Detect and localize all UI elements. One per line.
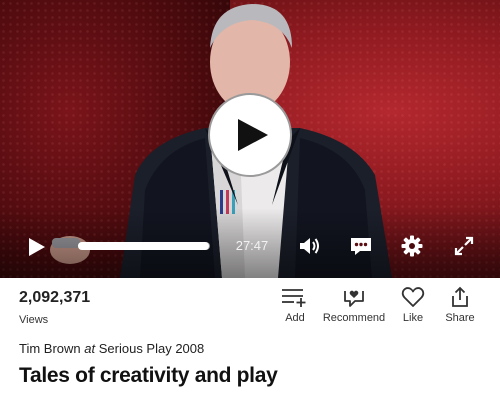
captions-button[interactable]: [348, 233, 374, 259]
gear-icon: [401, 235, 423, 257]
progress-bar[interactable]: [78, 242, 210, 250]
recommend-button[interactable]: Recommend: [321, 285, 387, 324]
control-bar: 27:47: [0, 228, 500, 264]
play-button[interactable]: [24, 234, 50, 260]
event-name[interactable]: Serious Play 2008: [99, 341, 205, 356]
recommend-icon: [344, 290, 364, 307]
volume-button[interactable]: [297, 233, 323, 259]
big-play-button[interactable]: [208, 93, 292, 177]
share-label: Share: [445, 312, 475, 324]
play-icon: [29, 238, 45, 256]
byline: Tim Brown at Serious Play 2008: [19, 341, 204, 356]
fullscreen-icon: [454, 236, 474, 256]
add-button[interactable]: Add: [280, 285, 310, 324]
video-player[interactable]: 27:47: [0, 0, 500, 278]
talk-title: Tales of creativity and play: [19, 364, 278, 387]
fullscreen-button[interactable]: [451, 233, 477, 259]
play-icon: [238, 119, 268, 151]
like-button[interactable]: Like: [398, 285, 428, 324]
share-icon: [452, 286, 468, 307]
recommend-label: Recommend: [322, 312, 386, 324]
add-label: Add: [285, 312, 305, 324]
current-time: 27:47: [235, 238, 269, 253]
progress-fill: [78, 242, 209, 250]
action-bar: Add Recommend Like Share: [0, 285, 500, 329]
captions-icon: [351, 238, 371, 255]
byline-connector: at: [84, 341, 96, 356]
speaker-name[interactable]: Tim Brown: [19, 341, 81, 356]
add-to-list-icon: [282, 289, 306, 307]
settings-button[interactable]: [399, 233, 425, 259]
like-label: Like: [402, 312, 424, 324]
heart-icon: [401, 287, 425, 307]
share-button[interactable]: Share: [444, 285, 476, 324]
volume-icon: [300, 238, 319, 254]
